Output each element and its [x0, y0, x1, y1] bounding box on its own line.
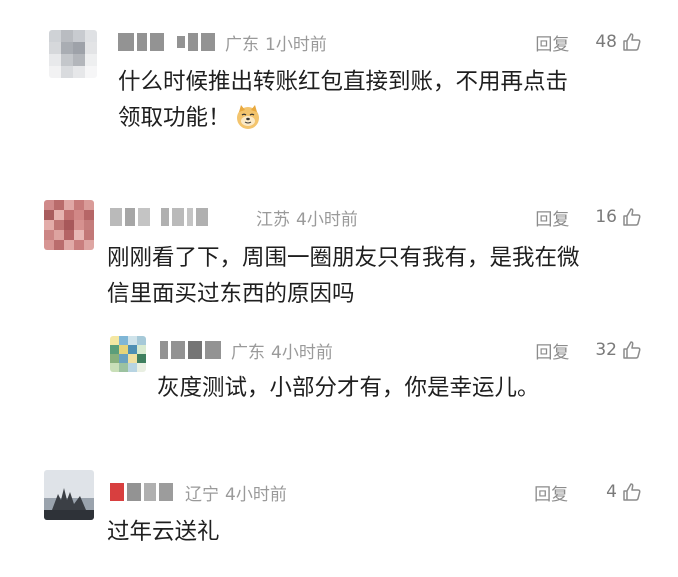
reply-button[interactable]: 回复 [535, 338, 569, 363]
thumbs-up-icon[interactable] [622, 32, 642, 52]
reply-item: 广东 4小时前 回复 32 灰度测试，小部分才有，你是幸运儿。 [0, 330, 678, 420]
comment-item: 广东 1小时前 回复 48 什么时候推出转账红包直接到账，不用再点击 领取功能！ [0, 0, 678, 170]
comment-text-line: 什么时候推出转账红包直接到账，不用再点击 [118, 69, 569, 95]
comment-actions: 回复 16 [535, 205, 642, 230]
avatar[interactable] [44, 470, 94, 520]
reply-actions: 回复 32 [535, 338, 642, 363]
reply-meta: 广东 4小时前 [160, 338, 333, 363]
reply-text: 灰度测试，小部分才有，你是幸运儿。 [157, 370, 540, 406]
username-blurred[interactable] [110, 208, 208, 226]
comment-actions: 回复 4 [534, 480, 642, 505]
thumbs-up-icon[interactable] [622, 207, 642, 227]
reply-button[interactable]: 回复 [535, 30, 569, 55]
like-count: 4 [606, 482, 617, 502]
comment-text: 过年云送礼 [107, 514, 220, 550]
like-count: 16 [595, 207, 617, 227]
like-count: 32 [595, 340, 617, 360]
like-count: 48 [595, 32, 617, 52]
comment-item: 江苏 4小时前 回复 16 刚刚看了下，周围一圈朋友只有我有，是我在微 信里面买… [0, 170, 678, 450]
avatar-image [44, 470, 94, 520]
reply-button[interactable]: 回复 [534, 480, 568, 505]
comment-text-line: 领取功能！ [118, 105, 231, 131]
comment-item: 辽宁 4小时前 回复 4 过年云送礼 [0, 450, 678, 577]
comment-meta: 辽宁 4小时前 [110, 480, 287, 505]
timestamp: 4小时前 [225, 484, 287, 505]
comment-text-line: 过年云送礼 [107, 519, 220, 545]
comment-actions: 回复 48 [535, 30, 642, 55]
thumbs-up-icon[interactable] [622, 482, 642, 502]
avatar[interactable] [44, 200, 94, 250]
timestamp: 4小时前 [271, 342, 333, 363]
comment-text: 什么时候推出转账红包直接到账，不用再点击 领取功能！ [118, 64, 568, 136]
location-label: 广东 [231, 342, 265, 363]
location-label: 广东 [225, 34, 259, 55]
username-blurred[interactable] [110, 483, 173, 501]
comment-text-line: 信里面买过东西的原因吗 [107, 281, 355, 307]
username-blurred[interactable] [160, 341, 221, 359]
comment-meta: 江苏 4小时前 [110, 205, 358, 230]
thumbs-up-icon[interactable] [622, 340, 642, 360]
timestamp: 4小时前 [296, 209, 358, 230]
timestamp: 1小时前 [265, 34, 327, 55]
doge-emoji-icon [236, 105, 259, 129]
reply-text-line: 灰度测试，小部分才有，你是幸运儿。 [157, 375, 540, 401]
comment-meta: 广东 1小时前 [118, 30, 327, 55]
avatar[interactable] [49, 30, 97, 78]
comment-text-line: 刚刚看了下，周围一圈朋友只有我有，是我在微 [107, 245, 580, 271]
location-label: 江苏 [256, 209, 290, 230]
username-blurred[interactable] [118, 33, 215, 51]
avatar[interactable] [110, 336, 146, 372]
comment-text: 刚刚看了下，周围一圈朋友只有我有，是我在微 信里面买过东西的原因吗 [107, 240, 580, 312]
location-label: 辽宁 [185, 484, 219, 505]
reply-button[interactable]: 回复 [535, 205, 569, 230]
